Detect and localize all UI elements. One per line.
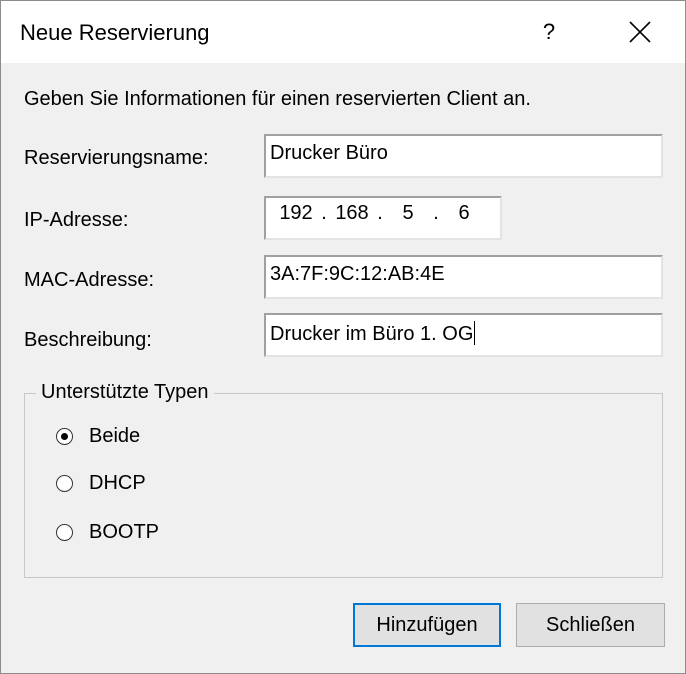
title-bar[interactable]: Neue Reservierung ?	[1, 1, 685, 63]
supported-types-legend: Unterstützte Typen	[36, 381, 214, 404]
instructions-text: Geben Sie Informationen für einen reserv…	[24, 88, 531, 110]
reservation-name-label: Reservierungsname:	[24, 147, 209, 169]
close-button[interactable]: Schließen	[516, 603, 665, 647]
radio-label-both: Beide	[89, 425, 141, 447]
ip-address-field[interactable]: 192 . 168 . 5 . 6	[264, 196, 502, 240]
text-cursor	[474, 321, 476, 345]
radio-option-dhcp[interactable]: DHCP	[56, 472, 146, 495]
radio-label-dhcp: DHCP	[89, 472, 146, 494]
radio-button[interactable]	[56, 475, 73, 492]
reservation-dialog: Neue Reservierung ? Geben Sie Informatio…	[0, 0, 686, 674]
window-title: Neue Reservierung	[20, 20, 210, 45]
close-icon	[629, 21, 651, 43]
help-button[interactable]: ?	[521, 9, 577, 55]
description-field[interactable]: Drucker im Büro 1. OG	[264, 313, 663, 357]
reservation-name-field[interactable]: Drucker Büro	[264, 134, 663, 178]
ip-separator: .	[433, 202, 439, 224]
ip-separator: .	[377, 202, 383, 224]
radio-button[interactable]	[56, 524, 73, 541]
radio-option-bootp[interactable]: BOOTP	[56, 521, 159, 544]
description-label: Beschreibung:	[24, 329, 152, 351]
reservation-name-value: Drucker Büro	[270, 142, 388, 164]
ip-separator: .	[321, 202, 327, 224]
ip-octet-1[interactable]: 192	[276, 202, 316, 225]
ip-octet-3[interactable]: 5	[388, 202, 428, 225]
mac-address-field[interactable]: 3A:7F:9C:12:AB:4E	[264, 255, 663, 299]
radio-button-checked[interactable]	[56, 428, 73, 445]
description-value: Drucker im Büro 1. OG	[270, 323, 474, 345]
help-icon: ?	[542, 19, 556, 44]
ip-octet-2[interactable]: 168	[332, 202, 372, 225]
radio-option-both[interactable]: Beide	[56, 425, 140, 448]
close-window-button[interactable]	[609, 9, 671, 55]
radio-label-bootp: BOOTP	[89, 521, 160, 543]
mac-address-value: 3A:7F:9C:12:AB:4E	[270, 263, 445, 285]
mac-address-label: MAC-Adresse:	[24, 269, 155, 291]
add-button-label: Hinzufügen	[376, 613, 478, 636]
add-button[interactable]: Hinzufügen	[353, 603, 501, 647]
ip-octet-4[interactable]: 6	[444, 202, 484, 225]
ip-address-label: IP-Adresse:	[24, 209, 129, 231]
close-button-label: Schließen	[546, 613, 635, 636]
